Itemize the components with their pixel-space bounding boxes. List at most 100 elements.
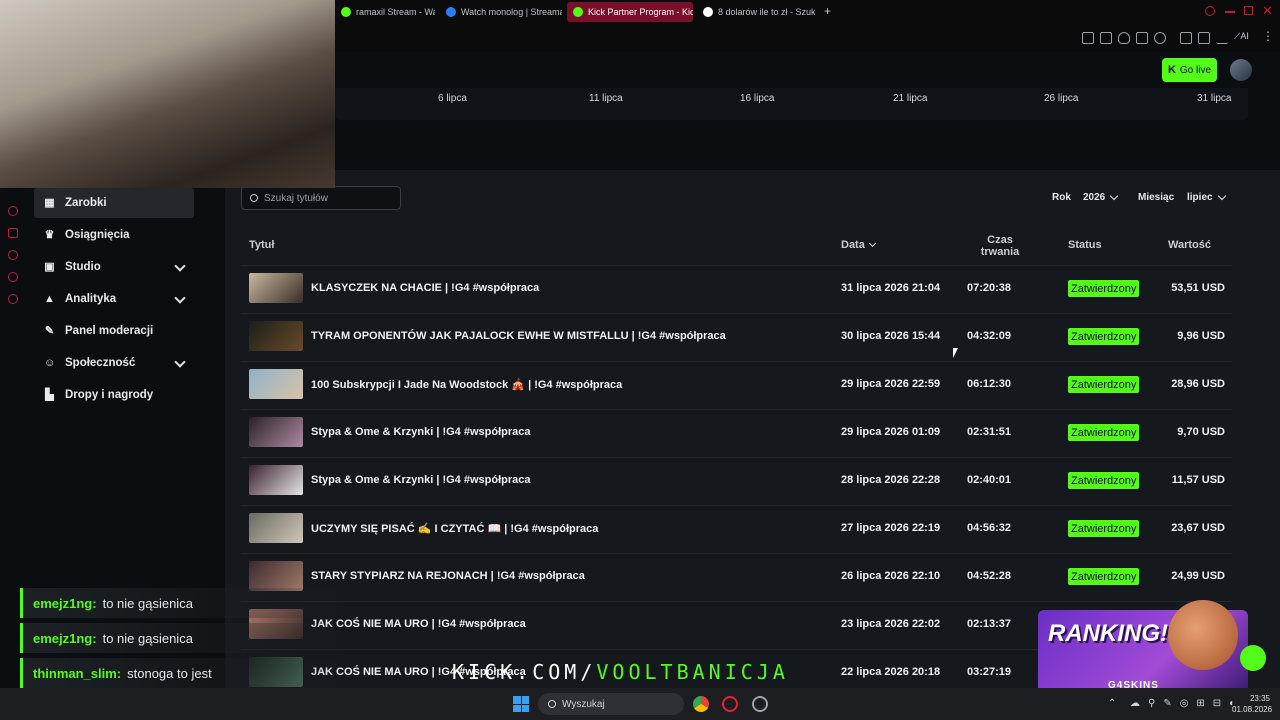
sidebar-item-label: Osiągnięcia (65, 229, 130, 241)
status-badge: Zatwierdzony (1068, 424, 1140, 441)
sidebar-item-studio[interactable]: ▣ Studio (34, 252, 194, 282)
video-title[interactable]: 100 Subskrypcji I Jade Na Woodstock 🎪 | … (311, 378, 622, 391)
stream-duration: 04:32:09 (967, 330, 1012, 342)
sidebar-item-label: Analityka (65, 293, 117, 305)
clock-time: 23:35 (1249, 694, 1270, 703)
video-title[interactable]: UCZYMY SIĘ PISAĆ ✍️ I CZYTAĆ 📖 | !G4 #ws… (311, 522, 598, 535)
sidebar-item-label: Panel moderacji (65, 325, 154, 337)
earned-value: 24,99 USD (1171, 570, 1225, 582)
video-thumbnail[interactable] (249, 513, 303, 543)
video-title[interactable]: KLASYCZEK NA CHACIE | !G4 #współpraca (311, 282, 539, 294)
sidebar-item-analytics[interactable]: ▲ Analityka (34, 284, 194, 314)
rail-bookmark-icon[interactable] (8, 228, 18, 238)
video-title[interactable]: Stypa & Ome & Krzynki | !G4 #współpraca (311, 474, 530, 486)
chart-x-tick: 6 lipca (438, 93, 467, 104)
community-icon: ☺ (44, 356, 56, 369)
duration-header-line2: trwania (980, 246, 1020, 258)
browser-tab-3-active[interactable]: Kick Partner Program - Kic (567, 2, 693, 22)
opera-icon[interactable] (722, 696, 738, 712)
search-icon[interactable] (1205, 6, 1215, 16)
sidebar-item-chart[interactable]: ▦ Zarobki (34, 188, 194, 218)
browser-tab-4[interactable]: 8 dolarów ile to zł - Szukaj (697, 2, 815, 22)
chat-bubble-icon[interactable] (1240, 645, 1266, 671)
more-menu-icon[interactable]: ⋮ (1262, 29, 1274, 43)
sidebar-item-trophy[interactable]: ♛ Osiągnięcia (34, 220, 194, 250)
chat-message: emejz1ng: to nie gąsienica (20, 623, 360, 653)
avatar[interactable] (1230, 59, 1252, 81)
sidebar-item-wrench[interactable]: ✎ Panel moderacji (34, 316, 194, 346)
video-thumbnail[interactable] (249, 321, 303, 351)
video-thumbnail[interactable] (249, 273, 303, 303)
search-input[interactable]: Szukaj tytułów (241, 186, 401, 210)
watermark-prefix: KICK.COM/ (452, 660, 597, 684)
column-header-date[interactable]: Data (841, 239, 876, 251)
taskbar-search[interactable]: Wyszukaj (538, 693, 684, 715)
earned-value: 9,96 USD (1177, 330, 1225, 342)
pin-icon[interactable] (1082, 32, 1094, 44)
rail-clock-icon[interactable] (8, 250, 18, 260)
system-tray-icons[interactable]: ☁⚲✎◎⊞⊟◐ (1130, 698, 1243, 709)
status-badge: Zatwierdzony (1068, 520, 1140, 537)
video-title[interactable]: STARY STYPIARZ NA REJONACH | !G4 #współp… (311, 570, 585, 582)
ai-button[interactable]: ⟋AI (1234, 31, 1249, 42)
rail-settings-icon[interactable] (8, 294, 18, 304)
shield-icon[interactable] (1118, 32, 1130, 44)
rail-home-icon[interactable] (8, 206, 18, 216)
chevron-down-icon (174, 356, 186, 368)
column-header-duration: Czas trwania (970, 234, 1030, 258)
video-thumbnail[interactable] (249, 465, 303, 495)
year-label: Rok (1052, 192, 1071, 203)
collections-icon[interactable] (1198, 32, 1210, 44)
close-window-icon[interactable]: ✕ (1262, 4, 1273, 17)
tray-chevron-icon[interactable]: ⌃ (1108, 698, 1116, 709)
windows-start-icon[interactable] (513, 696, 529, 712)
go-live-button[interactable]: K Go live (1162, 58, 1217, 82)
video-thumbnail[interactable] (249, 417, 303, 447)
stream-date: 28 lipca 2026 22:28 (841, 474, 941, 486)
chart-x-tick: 31 lipca (1197, 93, 1232, 104)
year-select[interactable]: 2026 (1083, 191, 1119, 203)
kick-logo-icon: K (1167, 64, 1176, 76)
tab-label: ramaxil Stream - Watch (356, 7, 435, 17)
minimize-icon[interactable] (1225, 11, 1235, 13)
play-icon[interactable] (1136, 32, 1148, 44)
new-tab-plus-icon[interactable]: + (824, 5, 836, 17)
stream-duration: 04:56:32 (967, 522, 1012, 534)
extensions-icon[interactable] (1180, 32, 1192, 44)
maximize-icon[interactable] (1244, 6, 1253, 15)
status-badge: Zatwierdzony (1068, 568, 1140, 585)
browser-tab-1[interactable]: ramaxil Stream - Watch (335, 2, 435, 22)
kick-favicon-icon (341, 7, 351, 17)
month-select[interactable]: lipiec (1187, 191, 1226, 203)
stream-date: 30 lipca 2026 15:44 (841, 330, 941, 342)
browser-tab-2[interactable]: Watch monolog | Streamab (440, 2, 562, 22)
chart-x-tick: 16 lipca (740, 93, 775, 104)
download-icon[interactable] (1216, 32, 1228, 44)
sidebar-item-community[interactable]: ☺ Społeczność (34, 348, 194, 378)
earned-value: 23,67 USD (1171, 522, 1225, 534)
video-title[interactable]: TYRAM OPONENTÓW JAK PAJALOCK EWHE W MIST… (311, 330, 726, 342)
app-icon[interactable] (752, 696, 768, 712)
stream-duration: 02:31:51 (967, 426, 1012, 438)
video-thumbnail[interactable] (249, 561, 303, 591)
video-thumbnail[interactable] (249, 369, 303, 399)
promo-banner: RANKING! G4SKINS (1038, 600, 1248, 695)
heart-icon[interactable] (1154, 32, 1166, 44)
video-title[interactable]: Stypa & Ome & Krzynki | !G4 #współpraca (311, 426, 530, 438)
chart-x-tick: 11 lipca (589, 93, 623, 104)
sidebar-item-label: Studio (65, 261, 101, 273)
rail-users-icon[interactable] (8, 272, 18, 282)
chat-text: to nie gąsienica (102, 595, 193, 611)
sidebar-item-drops[interactable]: ▙ Dropy i nagrody (34, 380, 194, 410)
chrome-icon[interactable] (693, 696, 709, 712)
status-badge: Zatwierdzony (1068, 280, 1140, 297)
screenshot-icon[interactable] (1100, 32, 1112, 44)
tab-label: 8 dolarów ile to zł - Szukaj (718, 7, 815, 17)
chevron-down-icon (174, 292, 186, 304)
promo-title: RANKING! (1048, 620, 1168, 647)
taskbar-clock[interactable]: 23:35 01.08.2026 (1232, 693, 1272, 715)
stream-duration: 06:12:30 (967, 378, 1012, 390)
taskbar-search-placeholder: Wyszukaj (562, 698, 605, 710)
analytics-icon: ▲ (44, 292, 55, 305)
coin-graphic-icon (1168, 600, 1238, 670)
